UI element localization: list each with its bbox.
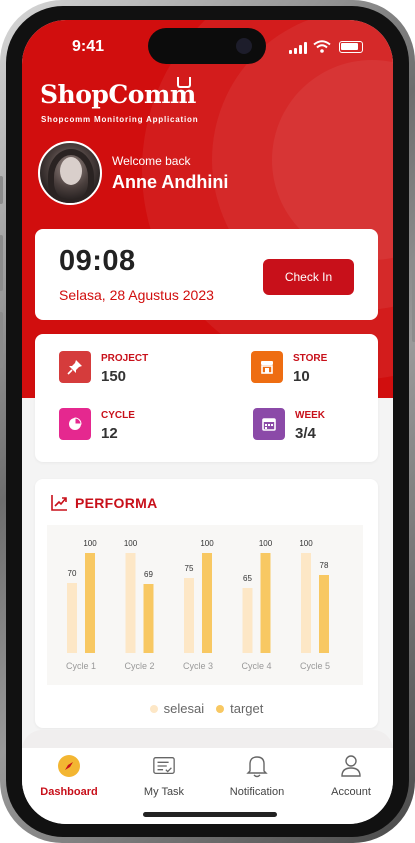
data-label: 70 bbox=[68, 569, 77, 578]
nav-label: Dashboard bbox=[40, 786, 98, 798]
nav-dashboard[interactable]: Dashboard bbox=[23, 754, 115, 808]
wifi-icon bbox=[313, 40, 331, 53]
data-label: 100 bbox=[124, 539, 138, 548]
bar-selesai-cycle-3 bbox=[184, 578, 194, 653]
stat-value: 150 bbox=[101, 368, 127, 385]
bell-icon bbox=[245, 754, 269, 778]
stat-value: 12 bbox=[101, 425, 118, 442]
current-time: 09:08 bbox=[59, 245, 136, 277]
nav-account[interactable]: Account bbox=[305, 754, 393, 808]
performa-title: PERFORMA bbox=[75, 495, 158, 511]
stat-label: PROJECT bbox=[101, 353, 149, 364]
data-label: 100 bbox=[200, 539, 214, 548]
bar-selesai-cycle-5 bbox=[301, 553, 311, 653]
task-icon bbox=[152, 754, 176, 778]
data-label: 100 bbox=[259, 539, 273, 548]
data-label: 65 bbox=[243, 574, 252, 583]
screen: 9:41 ShopComm Shopcomm Monitoring Applic… bbox=[22, 20, 393, 824]
nav-notification[interactable]: Notification bbox=[211, 754, 303, 808]
legend-dot bbox=[216, 704, 225, 713]
data-label: 75 bbox=[185, 564, 194, 573]
legend-item-target: target bbox=[216, 701, 263, 716]
legend-label: selesai bbox=[163, 701, 205, 716]
battery-icon bbox=[339, 41, 363, 53]
avatar[interactable] bbox=[38, 141, 102, 205]
welcome-text: Welcome back bbox=[112, 154, 191, 168]
bar-target-cycle-2 bbox=[143, 584, 154, 653]
x-tick-label: Cycle 1 bbox=[66, 661, 96, 671]
pin-icon bbox=[59, 351, 91, 383]
status-time: 9:41 bbox=[72, 38, 105, 55]
bar-target-cycle-4 bbox=[260, 553, 271, 653]
stat-value: 3/4 bbox=[295, 425, 316, 442]
user-name: Anne Andhini bbox=[112, 172, 229, 192]
bar-chart: 70 100 Cycle 1 100 69 Cycle 2 75 100 Cycle 3 65 10… bbox=[66, 539, 330, 671]
stat-label: STORE bbox=[293, 353, 328, 364]
x-tick-label: Cycle 2 bbox=[124, 661, 154, 671]
nav-label: Account bbox=[331, 786, 371, 798]
performa-card: PERFORMA 70 100 Cycle 1 100 69 Cycle 2 75 100 Cy… bbox=[35, 479, 378, 728]
bar-target-cycle-3 bbox=[202, 553, 212, 653]
checkin-card: 09:08 Selasa, 28 Agustus 2023 Check In bbox=[35, 229, 378, 320]
nav-label: My Task bbox=[143, 786, 185, 798]
data-label: 100 bbox=[83, 539, 97, 548]
nav-my-task[interactable]: My Task bbox=[118, 754, 210, 808]
phone-frame: 9:41 ShopComm Shopcomm Monitoring Applic… bbox=[0, 0, 415, 843]
brand-logo: ShopComm bbox=[40, 80, 196, 109]
chart-legend: selesai target bbox=[35, 701, 378, 716]
stat-label: WEEK bbox=[295, 410, 325, 421]
home-indicator bbox=[143, 812, 277, 817]
performance-chart: 70 100 Cycle 1 100 69 Cycle 2 75 100 Cycle 3 65 10… bbox=[47, 525, 363, 685]
bar-target-cycle-1 bbox=[85, 553, 95, 653]
current-date: Selasa, 28 Agustus 2023 bbox=[59, 287, 214, 303]
bar-target-cycle-5 bbox=[319, 575, 329, 653]
data-label: 69 bbox=[144, 570, 153, 579]
user-icon bbox=[339, 754, 363, 778]
x-tick-label: Cycle 4 bbox=[241, 661, 271, 671]
stat-value: 10 bbox=[293, 368, 310, 385]
data-label: 100 bbox=[299, 539, 313, 548]
stat-label: CYCLE bbox=[101, 410, 135, 421]
store-icon bbox=[251, 351, 283, 383]
pie-chart-icon bbox=[59, 408, 91, 440]
volume-up-button bbox=[0, 235, 3, 291]
legend-dot bbox=[149, 704, 158, 713]
x-tick-label: Cycle 5 bbox=[300, 661, 330, 671]
cellular-signal-icon bbox=[289, 42, 307, 54]
legend-label: target bbox=[230, 701, 264, 716]
nav-label: Notification bbox=[229, 786, 285, 798]
check-in-button[interactable]: Check In bbox=[263, 259, 354, 295]
dynamic-island bbox=[148, 28, 266, 64]
brand-tagline: Shopcomm Monitoring Application bbox=[41, 115, 199, 124]
volume-down-button bbox=[0, 312, 3, 368]
cart-icon bbox=[177, 77, 191, 88]
compass-icon bbox=[57, 754, 81, 778]
calendar-icon bbox=[253, 408, 285, 440]
bar-selesai-cycle-2 bbox=[125, 553, 136, 653]
x-tick-label: Cycle 3 bbox=[183, 661, 213, 671]
data-label: 78 bbox=[320, 561, 329, 570]
legend-item-selesai: selesai bbox=[149, 701, 205, 716]
mute-switch bbox=[0, 176, 3, 204]
stats-card: PROJECT 150 STORE 10 CYCLE 12 WEEK 3/4 bbox=[35, 334, 378, 462]
bar-selesai-cycle-1 bbox=[67, 583, 77, 653]
trend-up-icon bbox=[51, 495, 67, 511]
bar-selesai-cycle-4 bbox=[242, 588, 253, 653]
